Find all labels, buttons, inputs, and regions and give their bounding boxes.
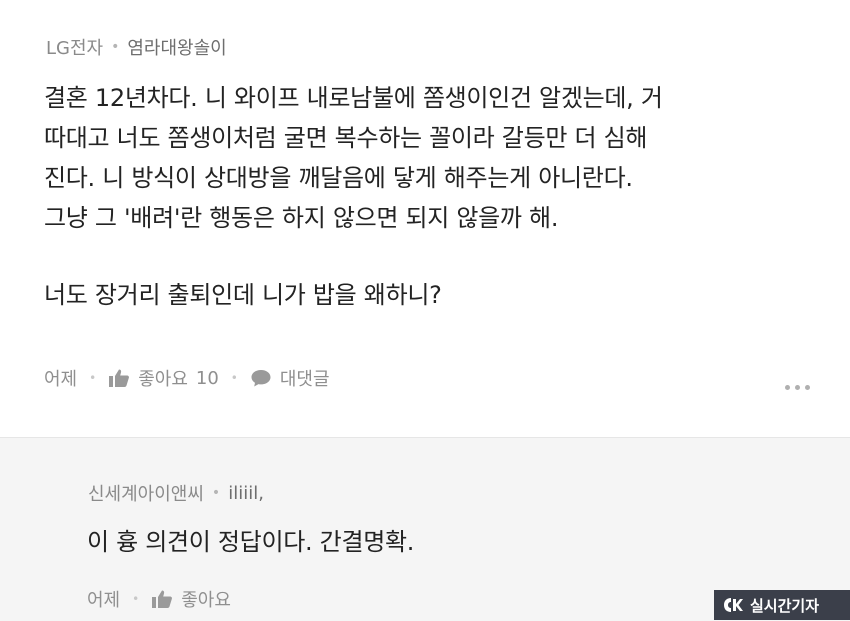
- comment-line: 결혼 12년차다. 니 와이프 내로남불에 쫌생이인건 알겠는데, 거: [44, 84, 663, 112]
- comment-meta: LG전자 • 염라대왕솔이: [46, 34, 227, 60]
- watermark-icon: [724, 598, 743, 612]
- more-dots-icon[interactable]: [785, 385, 810, 390]
- like-label: 좋아요: [181, 590, 231, 611]
- watermark-text: 실시간기자: [750, 596, 820, 615]
- speech-bubble-icon: [251, 370, 271, 387]
- comment-actions: 어제 • 좋아요 10 • 대댓글: [44, 365, 330, 391]
- meta-separator: •: [211, 485, 221, 501]
- reply-author[interactable]: iliiil,: [228, 483, 264, 504]
- reply-meta: 신세계아이앤씨 • iliiil,: [88, 480, 264, 506]
- comment-time: 어제: [44, 369, 78, 390]
- thumbs-up-icon: [152, 590, 173, 608]
- action-separator: •: [89, 371, 97, 385]
- reply-like-button[interactable]: 좋아요: [151, 586, 231, 612]
- watermark-logo: 실시간기자: [714, 590, 850, 620]
- comment-card: LG전자 • 염라대왕솔이 결혼 12년차다. 니 와이프 내로남불에 쫌생이인…: [0, 0, 850, 437]
- comment-line: 너도 장거리 출퇴인데 니가 밥을 왜하니?: [44, 281, 442, 309]
- action-separator: •: [230, 371, 238, 385]
- comment-author[interactable]: 염라대왕솔이: [127, 34, 226, 60]
- comment-body: 결혼 12년차다. 니 와이프 내로남불에 쫌생이인건 알겠는데, 거 따대고 …: [44, 78, 824, 315]
- meta-separator: •: [111, 39, 120, 55]
- reply-actions: 어제 • 좋아요: [87, 586, 231, 612]
- reply-time: 어제: [87, 590, 121, 611]
- reply-button[interactable]: 대댓글: [250, 365, 330, 391]
- comment-line: 그냥 그 '배려'란 행동은 하지 않으면 되지 않을까 해.: [44, 204, 559, 232]
- like-button[interactable]: 좋아요 10: [108, 365, 219, 391]
- reply-label: 대댓글: [279, 369, 330, 390]
- comment-line: 따대고 너도 쫌생이처럼 굴면 복수하는 꼴이라 갈등만 더 심해: [44, 124, 648, 152]
- comment-line: 진다. 니 방식이 상대방을 깨달음에 닿게 해주는게 아니란다.: [44, 164, 633, 192]
- action-separator: •: [132, 592, 140, 606]
- reply-source: 신세계아이앤씨: [88, 484, 204, 505]
- comment-source: LG전자: [46, 38, 104, 59]
- like-label: 좋아요: [138, 369, 188, 390]
- thumbs-up-icon: [109, 369, 130, 387]
- like-count: 10: [195, 367, 219, 389]
- reply-body: 이 흉 의견이 정답이다. 간결명확.: [87, 528, 415, 556]
